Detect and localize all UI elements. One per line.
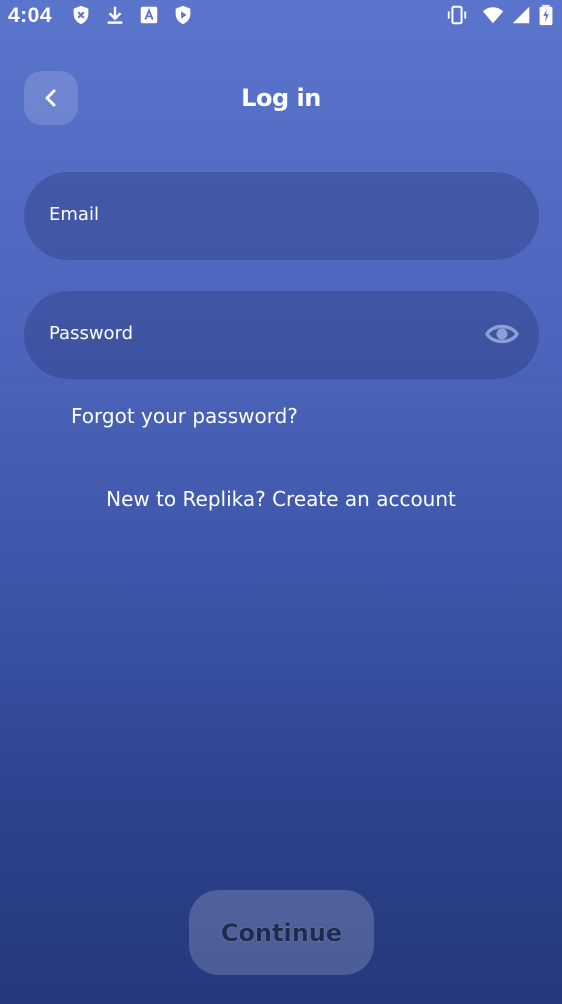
forgot-password-link[interactable]: Forgot your password? — [71, 404, 298, 428]
vibrate-icon — [446, 4, 468, 26]
status-bar: 4:04 — [0, 0, 562, 32]
signal-icon — [510, 4, 532, 26]
status-time: 4:04 — [8, 4, 53, 27]
password-field-label: Password — [49, 323, 134, 344]
password-field[interactable]: Password — [24, 291, 539, 379]
create-account-link[interactable]: New to Replika? Create an account — [0, 487, 562, 511]
play-shield-icon — [172, 4, 194, 26]
email-field[interactable]: Email — [24, 172, 539, 260]
continue-button[interactable]: Continue — [189, 890, 374, 975]
shield-x-icon — [70, 4, 92, 26]
translate-icon — [138, 4, 160, 26]
battery-charging-icon — [538, 4, 554, 26]
wifi-icon — [480, 4, 506, 26]
eye-icon[interactable] — [485, 319, 519, 349]
email-field-label: Email — [49, 204, 99, 225]
download-icon — [104, 4, 126, 26]
page-title: Log in — [241, 84, 321, 112]
